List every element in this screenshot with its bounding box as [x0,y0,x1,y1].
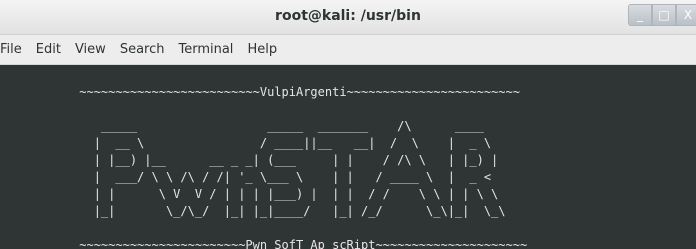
minimize-button[interactable]: _ [628,4,652,26]
terminal-line: ~~~~~~~~~~~~~~~~~~~~~~~Pwn_SofT_Ap_scRip… [7,238,528,249]
close-button[interactable]: X [676,4,696,26]
terminal-line: |_| \_/\_/ |_| |_|____/ |_| /_/ \_\|_| \… [7,204,506,218]
maximize-button[interactable]: □ [652,4,676,26]
terminal-line: | __ \ / ____||__ __| / \ | _ \ [7,136,492,150]
terminal-line: ~~~~~~~~~~~~~~~~~~~~~~~~~VulpiArgenti~~~… [7,85,520,99]
menu-file[interactable]: File [0,42,29,57]
terminal-line: | | \ V V / | | | |___) | | | / / \ \ | … [7,187,499,201]
terminal-line: _____ _____ _______ /\ ____ [7,119,484,133]
menu-search[interactable]: Search [113,42,172,57]
title-bar[interactable]: root@kali: /usr/bin _ □ X [0,0,696,35]
menu-bar: File Edit View Search Terminal Help [0,35,696,65]
menu-view[interactable]: View [68,42,113,57]
window-controls: _ □ X [628,4,696,26]
terminal-line: | |__) |__ __ _ _| (___ | | / /\ \ | |_)… [7,153,499,167]
menu-edit[interactable]: Edit [29,42,68,57]
window-title: root@kali: /usr/bin [275,8,421,24]
terminal-output: ~~~~~~~~~~~~~~~~~~~~~~~~~VulpiArgenti~~~… [7,67,527,249]
terminal-window: root@kali: /usr/bin _ □ X File Edit View… [0,0,696,249]
terminal-area[interactable]: ~~~~~~~~~~~~~~~~~~~~~~~~~VulpiArgenti~~~… [0,65,696,249]
menu-terminal[interactable]: Terminal [171,42,240,57]
terminal-line: | ___/ \ \ /\ / /| '_ \___ \ | | / ____ … [7,170,492,184]
menu-help[interactable]: Help [240,42,284,57]
